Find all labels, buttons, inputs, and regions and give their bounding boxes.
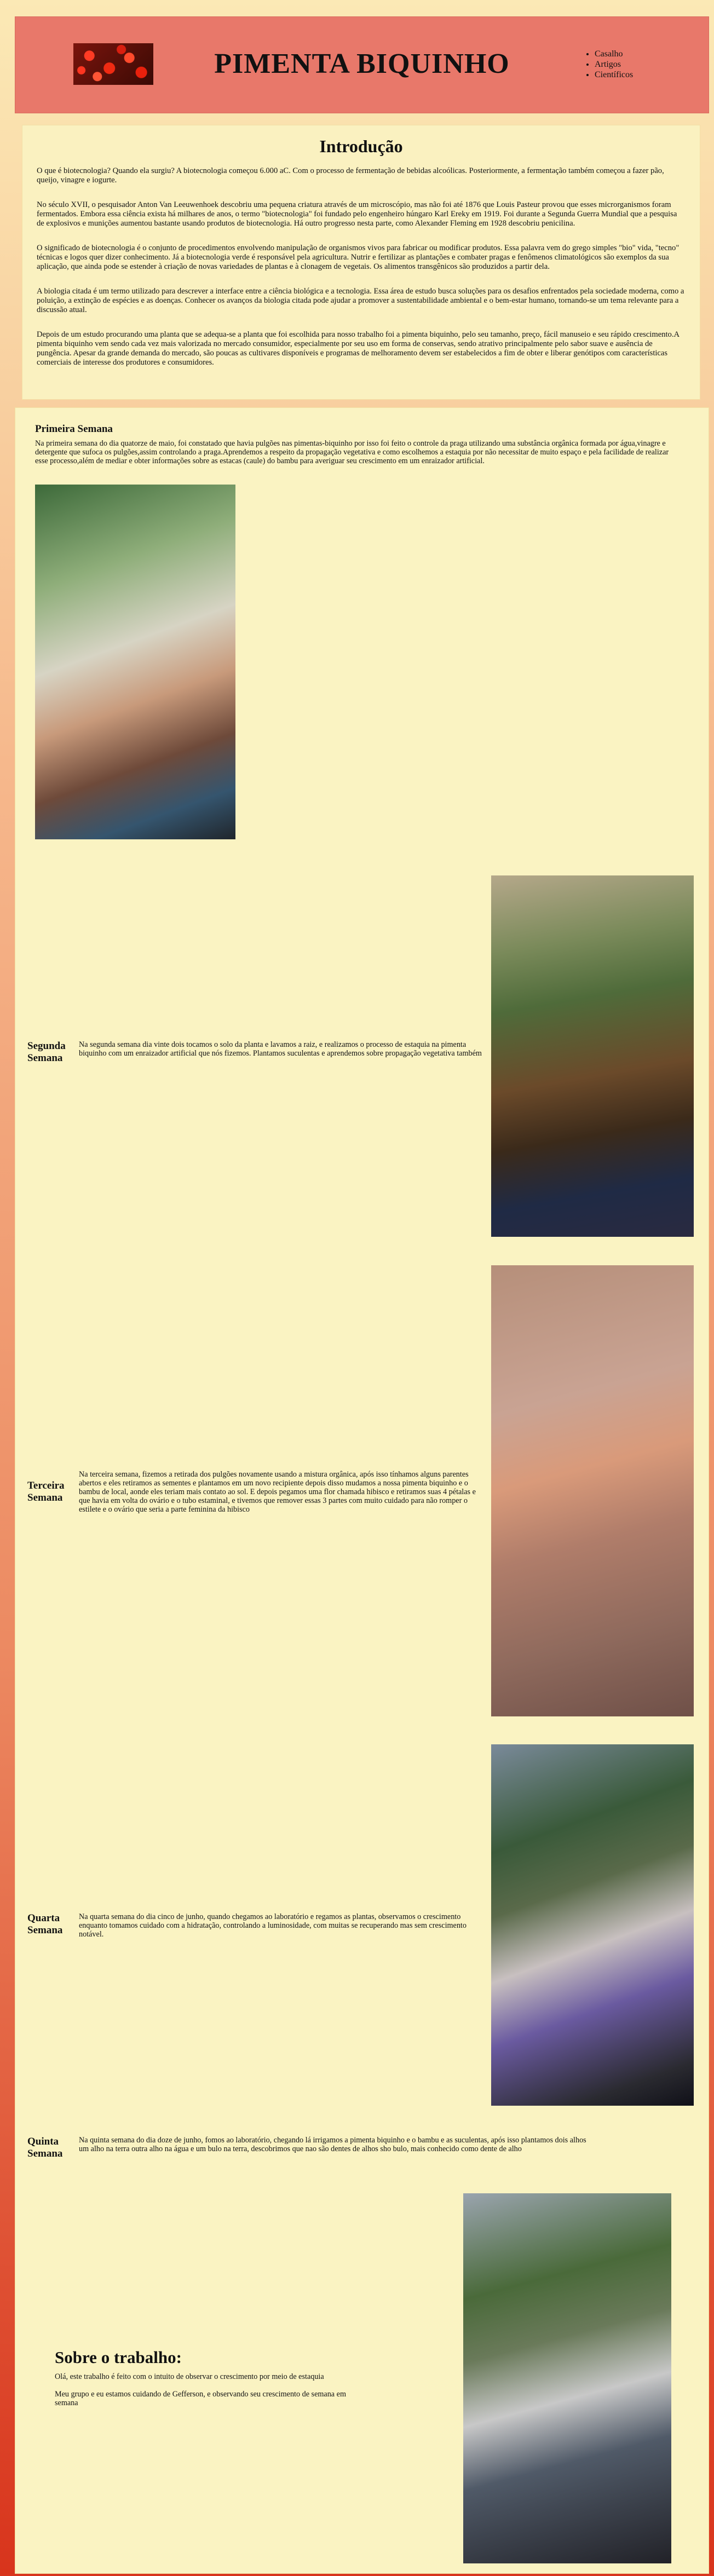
week4-photo [491, 1744, 694, 2106]
week5-title: Quinta Semana [27, 2136, 63, 2159]
week3-photo [491, 1265, 694, 1716]
nav-menu: Casalho Artigos Científicos [585, 49, 633, 80]
week5-photo [463, 2193, 671, 2563]
about-paragraph: Olá, este trabalho é feito com o intuito… [55, 2372, 324, 2381]
week4-title: Quarta Semana [27, 1912, 63, 1936]
nav-item-artigos[interactable]: Artigos [595, 59, 633, 70]
about-title: Sobre o trabalho: [55, 2348, 182, 2367]
week4-text: Na quarta semana do dia cinco de junho, … [79, 1912, 467, 1939]
week5-text: Na quinta semana do dia doze de junho, f… [79, 2136, 586, 2153]
week3-text: Na terceira semana, fizemos a retirada d… [79, 1470, 476, 1514]
nav-item-casalho[interactable]: Casalho [595, 49, 633, 59]
site-header: PIMENTA BIQUINHO Casalho Artigos Científ… [15, 16, 709, 113]
intro-paragraph: Depois de um estudo procurando uma plant… [37, 330, 680, 367]
nav-item-cientificos[interactable]: Científicos [595, 70, 633, 80]
week2-text: Na segunda semana dia vinte dois tocamos… [79, 1040, 482, 1058]
intro-paragraph: O significado de biotecnologia é o conju… [37, 244, 680, 271]
week1-photo [35, 485, 235, 839]
intro-paragraph: No século XVII, o pesquisador Anton Van … [37, 200, 677, 228]
about-text: Olá, este trabalho é feito com o intuito… [55, 2372, 367, 2416]
intro-paragraph: A biologia citada é um termo utilizado p… [37, 287, 684, 314]
week2-photo [491, 875, 694, 1237]
week1-title: Primeira Semana [35, 423, 113, 435]
week3-title: Terceira Semana [27, 1480, 65, 1503]
week2-title: Segunda Semana [27, 1040, 66, 1064]
week1-text: Na primeira semana do dia quatorze de ma… [35, 439, 669, 465]
intro-section: Introdução O que é biotecnologia? Quando… [22, 125, 700, 400]
about-paragraph: Meu grupo e eu estamos cuidando de Geffe… [55, 2390, 346, 2407]
weeks-section: Primeira Semana Na primeira semana do di… [15, 407, 709, 2574]
intro-title: Introdução [319, 136, 403, 156]
intro-paragraph: O que é biotecnologia? Quando ela surgiu… [37, 166, 664, 185]
